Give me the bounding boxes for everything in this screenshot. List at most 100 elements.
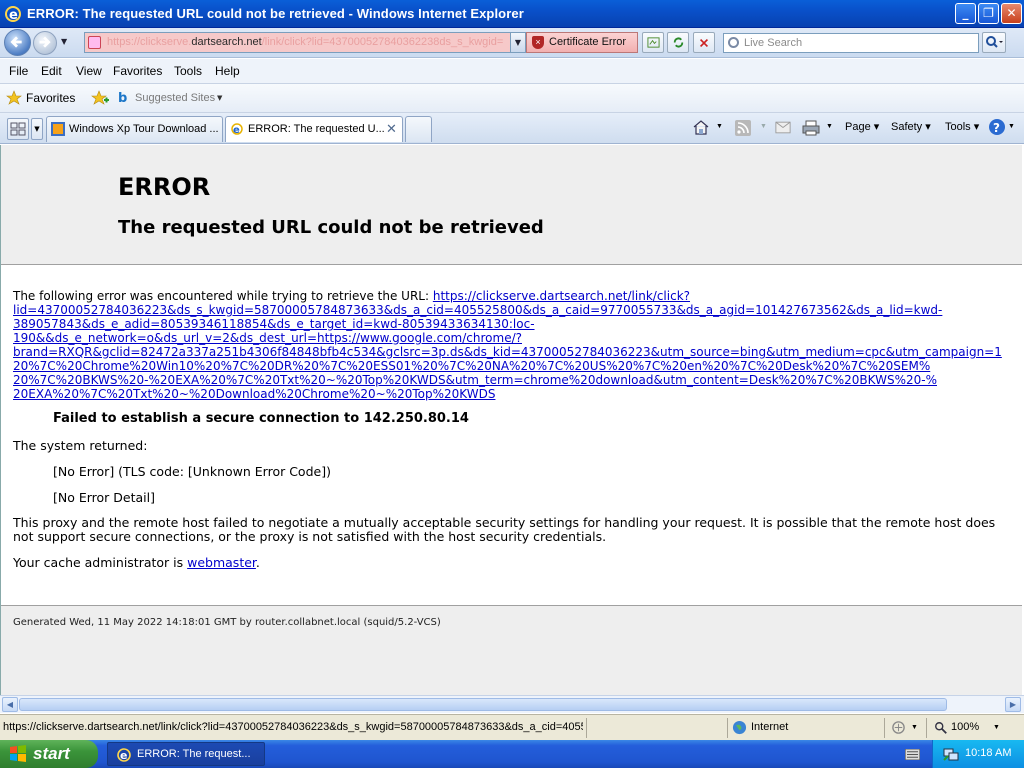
taskbar-item-label: ERROR: The request... (137, 748, 251, 760)
error-title: ERROR (118, 173, 211, 201)
certificate-error-button[interactable]: × Certificate Error (526, 32, 638, 53)
url-line[interactable]: 389057843&ds_e_adid=80539346118854&ds_e_… (13, 317, 535, 331)
certificate-error-label: Certificate Error (549, 36, 627, 48)
read-mail-icon[interactable] (775, 121, 791, 134)
url-line[interactable]: brand=RXQR&gclid=82472a337a251b4306f8484… (13, 345, 1002, 359)
error-subtitle: The requested URL could not be retrieved (118, 217, 544, 238)
status-divider (727, 718, 728, 738)
explanation-line-1: This proxy and the remote host failed to… (13, 515, 996, 530)
search-input[interactable]: Live Search (723, 33, 979, 53)
start-button[interactable]: start (0, 740, 98, 768)
tab-error[interactable]: e ERROR: The requested U... ✕ (225, 116, 403, 142)
menu-favorites[interactable]: Favorites (113, 64, 162, 78)
keyboard-tray-icon[interactable] (905, 749, 920, 760)
add-to-favorites-icon[interactable] (91, 89, 109, 107)
failed-url-link[interactable]: https://clickserve.dartsearch.net/link/c… (433, 289, 690, 303)
search-button[interactable] (982, 32, 1006, 53)
suggested-sites-button[interactable]: b Suggested Sites ▼ (116, 89, 228, 109)
forward-button[interactable] (33, 31, 57, 55)
horizontal-scrollbar[interactable]: ◀ ▶ (0, 695, 1024, 713)
url-line[interactable]: 20%7C%20Chrome%20Win10%20%7C%20DR%20%7C%… (13, 359, 930, 373)
zoom-icon[interactable] (934, 721, 948, 735)
new-tab-button[interactable] (405, 116, 432, 142)
forward-arrow-icon (39, 36, 51, 48)
address-bar[interactable]: https://clickserve.dartsearch.net/link/c… (84, 32, 526, 53)
search-placeholder: Live Search (744, 37, 803, 49)
zoom-level[interactable]: 100% (951, 721, 979, 733)
print-dropdown-icon[interactable]: ▼ (826, 123, 833, 130)
help-icon[interactable]: ? (988, 118, 1006, 136)
title-bar: e ERROR: The requested URL could not be … (0, 0, 1024, 28)
quick-tabs-icon (10, 122, 26, 136)
status-divider (586, 718, 587, 738)
menu-tools[interactable]: Tools (174, 64, 202, 78)
shield-error-icon: × (532, 36, 544, 49)
system-tray: 10:18 AM (932, 740, 1024, 768)
svg-text:e: e (120, 749, 127, 762)
protected-dropdown-icon[interactable]: ▼ (911, 724, 918, 731)
internet-zone-icon (732, 720, 747, 735)
generated-footer-text: Generated Wed, 11 May 2022 14:18:01 GMT … (13, 617, 441, 628)
address-dropdown-button[interactable]: ▼ (510, 32, 526, 53)
print-icon[interactable] (802, 119, 820, 137)
ie-taskbar-icon: e (117, 748, 131, 762)
quick-tabs-button[interactable] (7, 118, 29, 140)
minimize-button[interactable]: _ (955, 3, 976, 24)
clock: 10:18 AM (965, 747, 1012, 759)
url-line[interactable]: 20EXA%20%7C%20Txt%20~%20Download%20Chrom… (13, 387, 495, 401)
close-button[interactable]: ✕ (1001, 3, 1022, 24)
scroll-thumb[interactable] (19, 698, 947, 711)
favorites-button[interactable]: Favorites (4, 89, 79, 109)
compatibility-icon (646, 37, 660, 48)
zoom-dropdown-icon[interactable]: ▼ (993, 724, 1000, 731)
system-returned-label: The system returned: (13, 438, 148, 453)
restore-button[interactable]: ❐ (978, 3, 999, 24)
window-title: ERROR: The requested URL could not be re… (27, 6, 524, 21)
help-dropdown-icon[interactable]: ▼ (1008, 123, 1015, 130)
stop-button[interactable] (693, 32, 715, 53)
url-line[interactable]: 20%7C%20BKWS%20-%20EXA%20%7C%20Txt%20~%2… (13, 373, 937, 387)
menu-bar: File Edit View Favorites Tools Help (0, 59, 1024, 84)
failed-connection-message: Failed to establish a secure connection … (53, 411, 469, 426)
security-zone-label: Internet (751, 721, 789, 733)
favorites-bar: Favorites b Suggested Sites ▼ (0, 84, 1024, 113)
back-button[interactable] (4, 29, 31, 56)
webmaster-link[interactable]: webmaster (187, 555, 256, 570)
protected-mode-icon[interactable] (891, 720, 906, 735)
tab-label: Windows Xp Tour Download ... (69, 123, 219, 135)
tab-list-dropdown[interactable]: ▼ (31, 118, 43, 140)
error-header: ERROR The requested URL could not be ret… (1, 145, 1022, 265)
network-tray-icon[interactable] (943, 746, 959, 762)
menu-view[interactable]: View (76, 64, 102, 78)
svg-text:e: e (233, 125, 240, 136)
url-line[interactable]: 190&&ds_e_network=o&ds_url_v=2&ds_dest_u… (13, 331, 522, 345)
search-go-icon (986, 36, 1003, 48)
refresh-button[interactable] (667, 32, 689, 53)
taskbar-item-ie[interactable]: e ERROR: The request... (107, 742, 265, 766)
safety-menu-button[interactable]: Safety ▾ (891, 120, 931, 133)
tab-windows-xp-tour[interactable]: Windows Xp Tour Download ... (46, 116, 223, 142)
tls-error-code: [No Error] (TLS code: [Unknown Error Cod… (53, 464, 331, 479)
status-bar: https://clickserve.dartsearch.net/link/c… (0, 714, 1024, 740)
page-menu-button[interactable]: Page ▾ (845, 120, 879, 133)
home-icon[interactable] (692, 118, 710, 136)
tab-bar: ▼ Windows Xp Tour Download ... e ERROR: … (0, 113, 1024, 144)
compatibility-view-button[interactable] (642, 32, 664, 53)
url-line[interactable]: lid=43700052784036223&ds_s_kwgid=5870000… (13, 303, 942, 317)
recent-pages-dropdown-icon[interactable]: ▼ (61, 37, 67, 46)
feeds-icon[interactable] (735, 120, 751, 136)
close-tab-icon[interactable]: ✕ (386, 117, 397, 141)
explanation-line-2: not support secure connections, or the p… (13, 529, 607, 544)
scroll-left-button[interactable]: ◀ (2, 697, 18, 712)
menu-help[interactable]: Help (215, 64, 240, 78)
tools-menu-button[interactable]: Tools ▾ (945, 120, 979, 133)
menu-edit[interactable]: Edit (41, 64, 62, 78)
favorites-label: Favorites (26, 91, 76, 105)
scroll-right-button[interactable]: ▶ (1005, 697, 1021, 712)
svg-text:?: ? (993, 121, 1000, 135)
refresh-icon (673, 37, 683, 48)
start-label: start (33, 744, 70, 763)
chevron-down-icon: ▼ (217, 94, 223, 102)
home-dropdown-icon[interactable]: ▼ (716, 123, 723, 130)
menu-file[interactable]: File (9, 64, 28, 78)
